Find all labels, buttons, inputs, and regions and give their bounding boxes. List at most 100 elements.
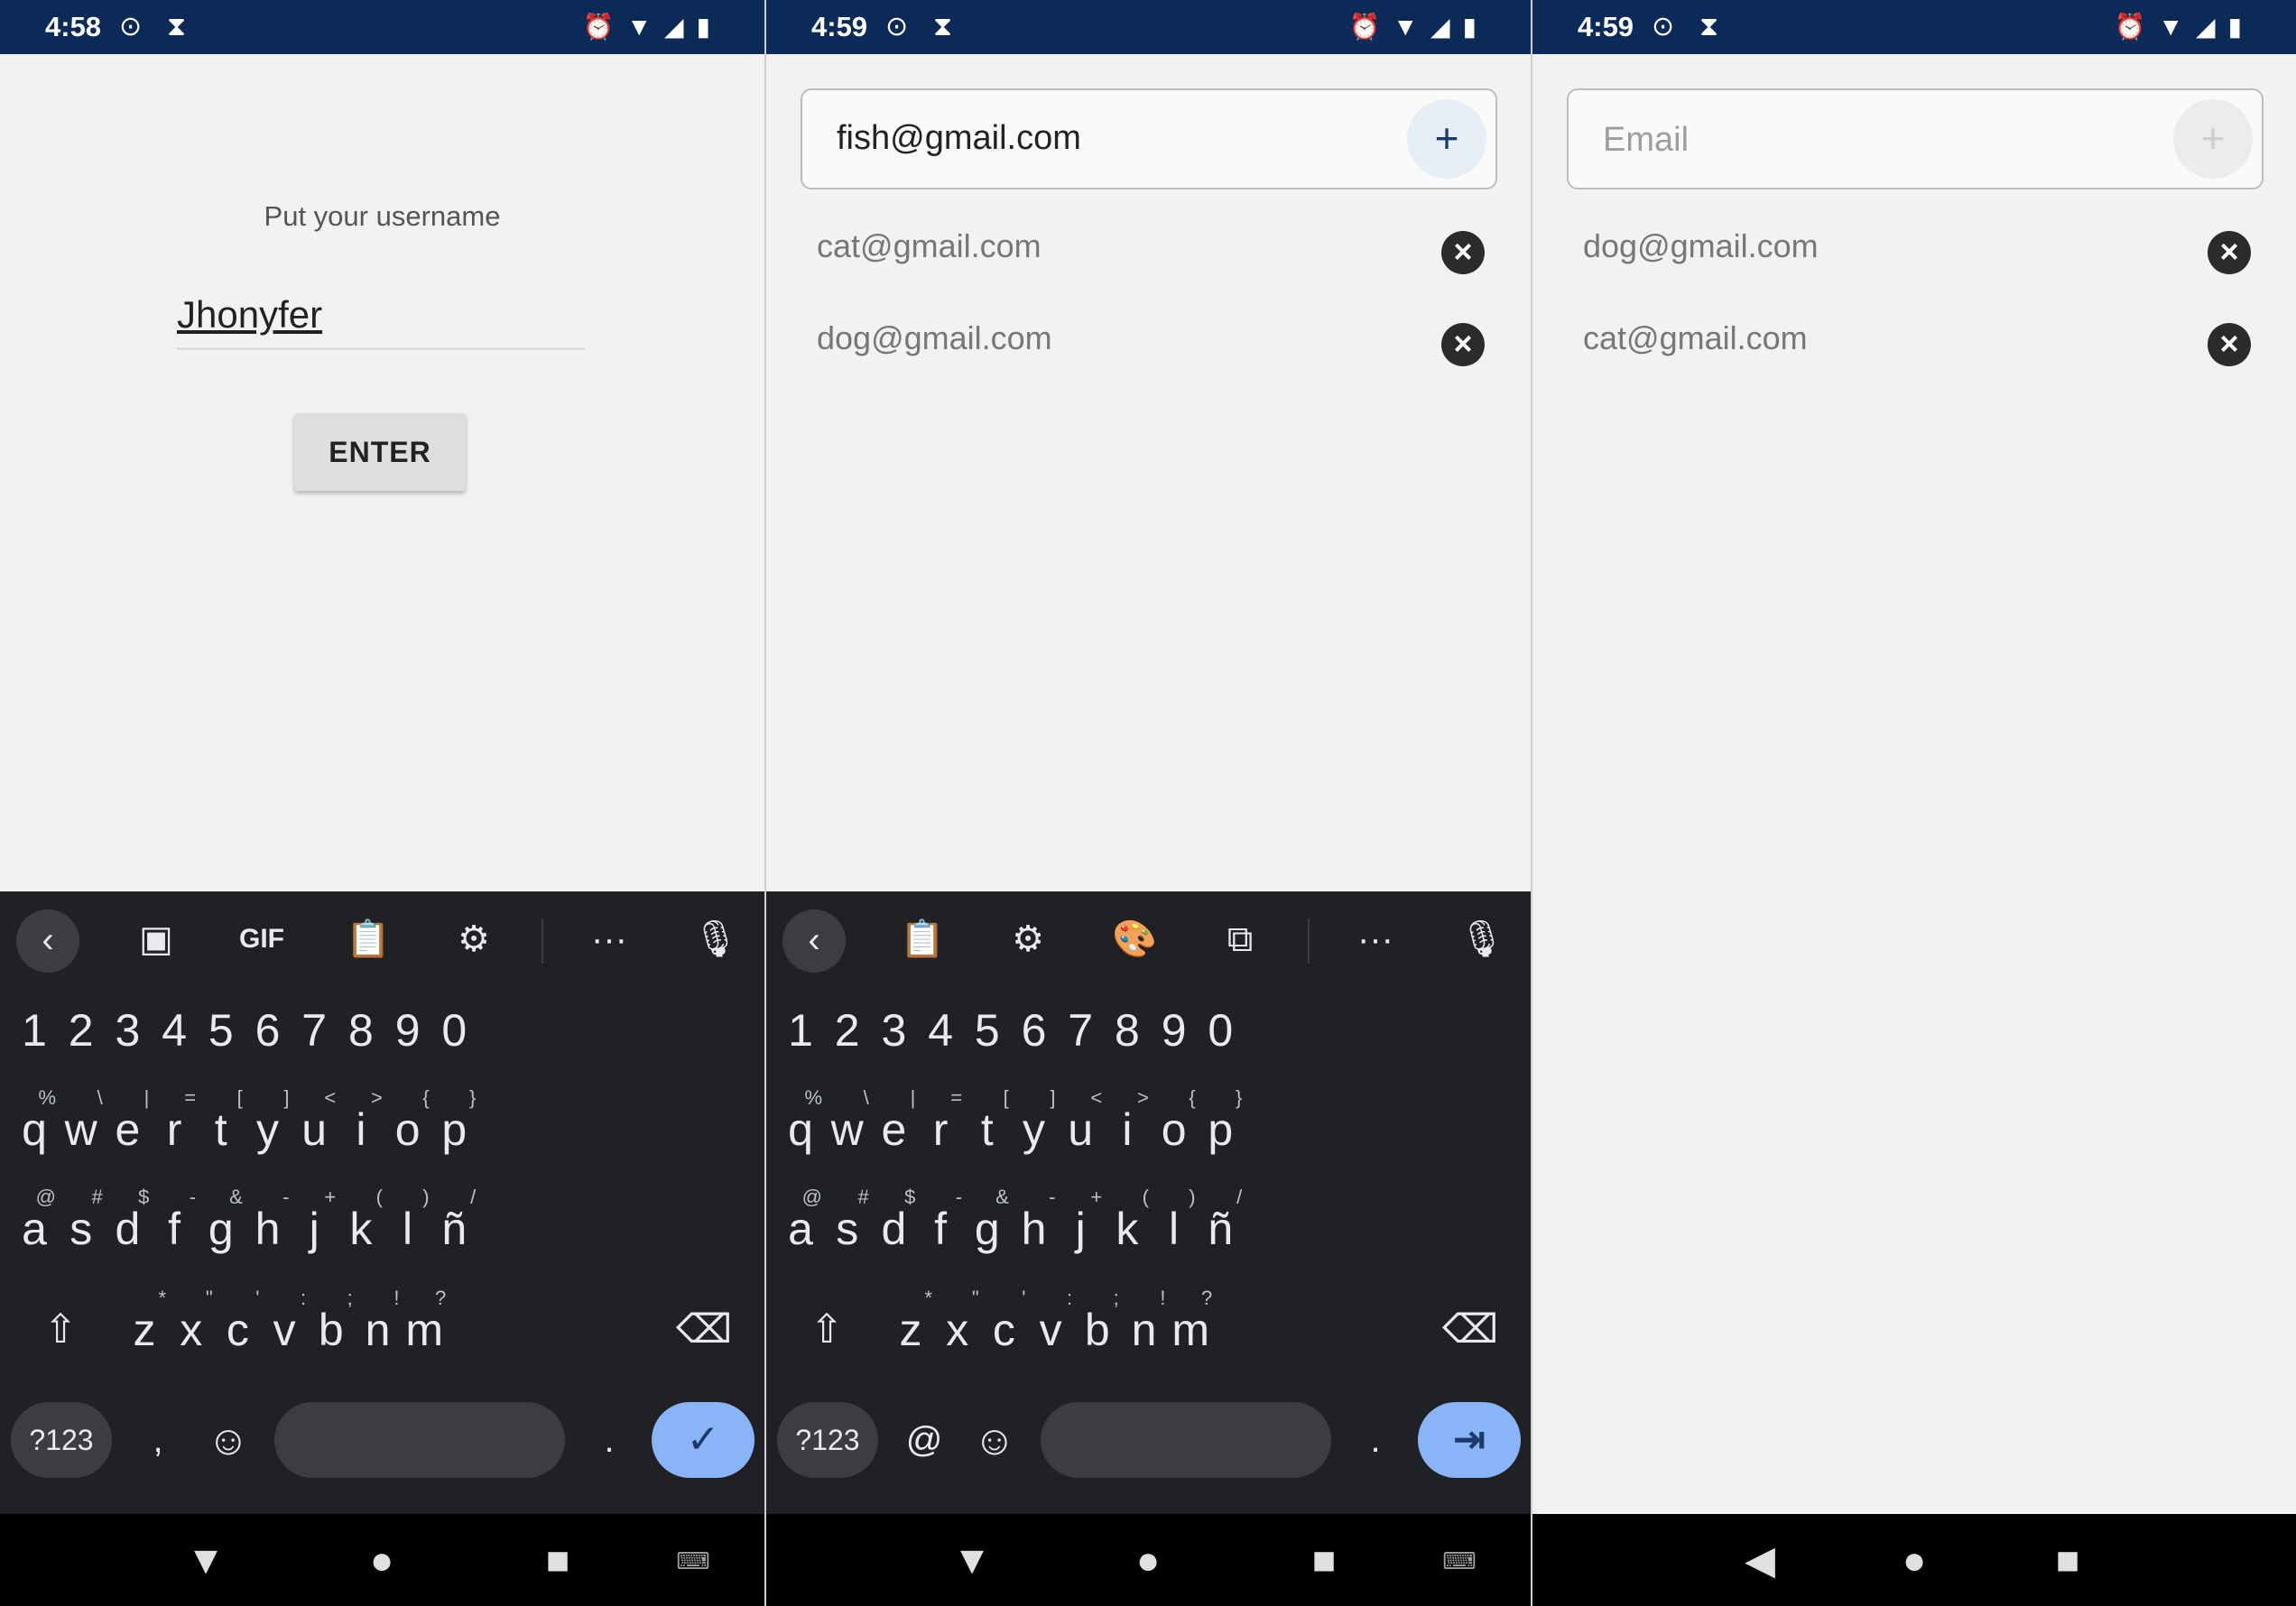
key-ñ[interactable]: ñ / <box>1193 1184 1247 1274</box>
nav-bar: ▼ ● ■ ⌨ <box>0 1514 764 1606</box>
key-hint: / <box>470 1186 477 1208</box>
shift-key[interactable]: ⇧ <box>786 1285 867 1375</box>
key-0[interactable]: 0 <box>1193 985 1247 1075</box>
signal-icon: ◢ <box>1430 13 1450 41</box>
nav-recents-icon[interactable]: ■ <box>1297 1534 1351 1588</box>
add-email-button[interactable]: + <box>1407 99 1486 179</box>
comma-key[interactable]: , <box>131 1402 185 1478</box>
key-hint: @ <box>35 1186 56 1208</box>
remove-icon[interactable]: × <box>2208 323 2251 366</box>
key-hint: } <box>468 1086 477 1109</box>
nav-back-icon[interactable]: ▼ <box>945 1534 999 1588</box>
email-input[interactable]: fish@gmail.com + <box>801 88 1497 189</box>
status-bar: 4:59 ⊙ ⧗ ⏰ ▼ ◢ ▮ <box>1532 0 2296 54</box>
back-icon[interactable]: ‹ <box>16 909 79 973</box>
status-time: 4:59 <box>811 11 868 42</box>
email-list-item: dog@gmail.com <box>1583 227 1819 264</box>
key-p[interactable]: p} <box>427 1085 481 1175</box>
key-m[interactable]: m? <box>397 1285 451 1375</box>
remove-icon[interactable]: × <box>1441 231 1485 274</box>
alarm-icon: ⏰ <box>1348 13 1381 41</box>
wifi-icon: ▼ <box>626 13 653 41</box>
symbols-key[interactable]: ?123 <box>11 1402 112 1478</box>
add-email-button[interactable]: + <box>2173 99 2253 179</box>
email-list-item: dog@gmail.com <box>817 319 1052 356</box>
status-bar: 4:58 ⊙ ⧗ ⏰ ▼ ◢ ▮ <box>0 0 764 54</box>
shift-key[interactable]: ⇧ <box>20 1285 101 1375</box>
remove-icon[interactable]: × <box>1441 323 1485 366</box>
email-placeholder: Email <box>1603 121 1690 159</box>
key-hint: ? <box>434 1287 447 1309</box>
keyboard: ‹ ▣ GIF 📋 ⚙ ··· 🎙 1 2 3 4 5 6 7 8 9 0 q% w \ e | r = t[y]… <box>0 891 764 1514</box>
signal-icon: ◢ <box>2196 13 2216 41</box>
gif-button[interactable]: GIF <box>230 908 293 971</box>
nav-back-icon[interactable]: ▼ <box>179 1534 233 1588</box>
period-key[interactable]: . <box>587 1402 632 1478</box>
screen-login: 4:58 ⊙ ⧗ ⏰ ▼ ◢ ▮ Put your username Jhony… <box>0 0 764 1606</box>
key-ñ[interactable]: ñ / <box>427 1184 481 1274</box>
nav-bar: ▼ ● ■ ⌨ <box>766 1514 1531 1606</box>
record-icon: ⊙ <box>1652 12 1675 42</box>
check-icon[interactable]: ✓ <box>652 1402 755 1478</box>
symbols-key[interactable]: ?123 <box>777 1402 878 1478</box>
username-prompt: Put your username <box>264 200 501 232</box>
tab-icon[interactable]: ⇥ <box>1418 1402 1521 1478</box>
back-icon[interactable]: ‹ <box>782 909 846 973</box>
nav-home-icon[interactable]: ● <box>1121 1534 1175 1588</box>
gear-icon[interactable]: ⚙ <box>996 908 1060 971</box>
backspace-key[interactable]: ⌫ <box>663 1285 745 1375</box>
remove-icon[interactable]: × <box>2208 231 2251 274</box>
username-value: Jhonyfer <box>177 293 323 336</box>
record-icon: ⊙ <box>119 12 143 42</box>
space-key[interactable] <box>274 1402 565 1478</box>
enter-button[interactable]: ENTER <box>294 413 466 491</box>
hourglass-icon: ⧗ <box>933 12 953 42</box>
nav-home-icon[interactable]: ● <box>1887 1534 1941 1588</box>
battery-icon: ▮ <box>696 13 710 41</box>
nav-recents-icon[interactable]: ■ <box>2041 1534 2095 1588</box>
nav-home-icon[interactable]: ● <box>355 1534 409 1588</box>
email-value: fish@gmail.com <box>837 119 1081 157</box>
more-icon[interactable]: ··· <box>1344 908 1407 971</box>
battery-icon: ▮ <box>2227 13 2242 41</box>
emoji-icon[interactable]: ☺ <box>963 1402 1026 1478</box>
email-list-item: cat@gmail.com <box>817 227 1042 264</box>
wifi-icon: ▼ <box>1393 13 1419 41</box>
mic-off-icon[interactable]: 🎙 <box>1450 908 1514 971</box>
status-bar: 4:59 ⊙ ⧗ ⏰ ▼ ◢ ▮ <box>766 0 1531 54</box>
key-hint: @ <box>801 1186 822 1208</box>
toolbar-divider <box>1308 918 1310 964</box>
screen-email-entry: 4:59 ⊙ ⧗ ⏰ ▼ ◢ ▮ fish@gmail.com + cat@gm… <box>766 0 1531 1606</box>
palette-icon[interactable]: 🎨 <box>1103 908 1166 971</box>
nav-back-icon[interactable]: ◀ <box>1733 1534 1787 1588</box>
gear-icon[interactable]: ⚙ <box>442 908 505 971</box>
clipboard-icon[interactable]: 📋 <box>891 908 954 971</box>
sticker-icon[interactable]: ▣ <box>125 908 188 971</box>
keyboard-switch-icon[interactable]: ⌨ <box>666 1534 720 1588</box>
more-icon[interactable]: ··· <box>578 908 641 971</box>
at-key[interactable]: @ <box>897 1402 951 1478</box>
nav-bar: ◀ ● ■ <box>1532 1514 2296 1606</box>
record-icon: ⊙ <box>885 12 909 42</box>
backspace-key[interactable]: ⌫ <box>1430 1285 1511 1375</box>
status-time: 4:58 <box>45 11 102 42</box>
hourglass-icon: ⧗ <box>167 12 187 42</box>
resize-icon[interactable]: ⧉ <box>1208 908 1272 971</box>
emoji-icon[interactable]: ☺ <box>197 1402 260 1478</box>
key-0[interactable]: 0 <box>427 985 481 1075</box>
email-input[interactable]: Email + <box>1567 88 2264 189</box>
key-p[interactable]: p} <box>1193 1085 1247 1175</box>
keyboard-switch-icon[interactable]: ⌨ <box>1432 1534 1486 1588</box>
hourglass-icon: ⧗ <box>1699 12 1719 42</box>
key-hint: ? <box>1200 1287 1213 1309</box>
keyboard-toolbar: ‹ 📋 ⚙ 🎨 ⧉ ··· 🎙 <box>766 891 1531 985</box>
keyboard: ‹ 📋 ⚙ 🎨 ⧉ ··· 🎙 1 2 3 4 5 6 7 8 9 0 q% w \ e | r = t[y] u <… <box>766 891 1531 1514</box>
alarm-icon: ⏰ <box>2114 13 2146 41</box>
period-key[interactable]: . <box>1353 1402 1398 1478</box>
space-key[interactable] <box>1041 1402 1331 1478</box>
email-list-item: cat@gmail.com <box>1583 319 1808 356</box>
mic-icon[interactable]: 🎙 <box>684 908 747 971</box>
key-m[interactable]: m? <box>1163 1285 1217 1375</box>
clipboard-icon[interactable]: 📋 <box>337 908 400 971</box>
nav-recents-icon[interactable]: ■ <box>531 1534 585 1588</box>
